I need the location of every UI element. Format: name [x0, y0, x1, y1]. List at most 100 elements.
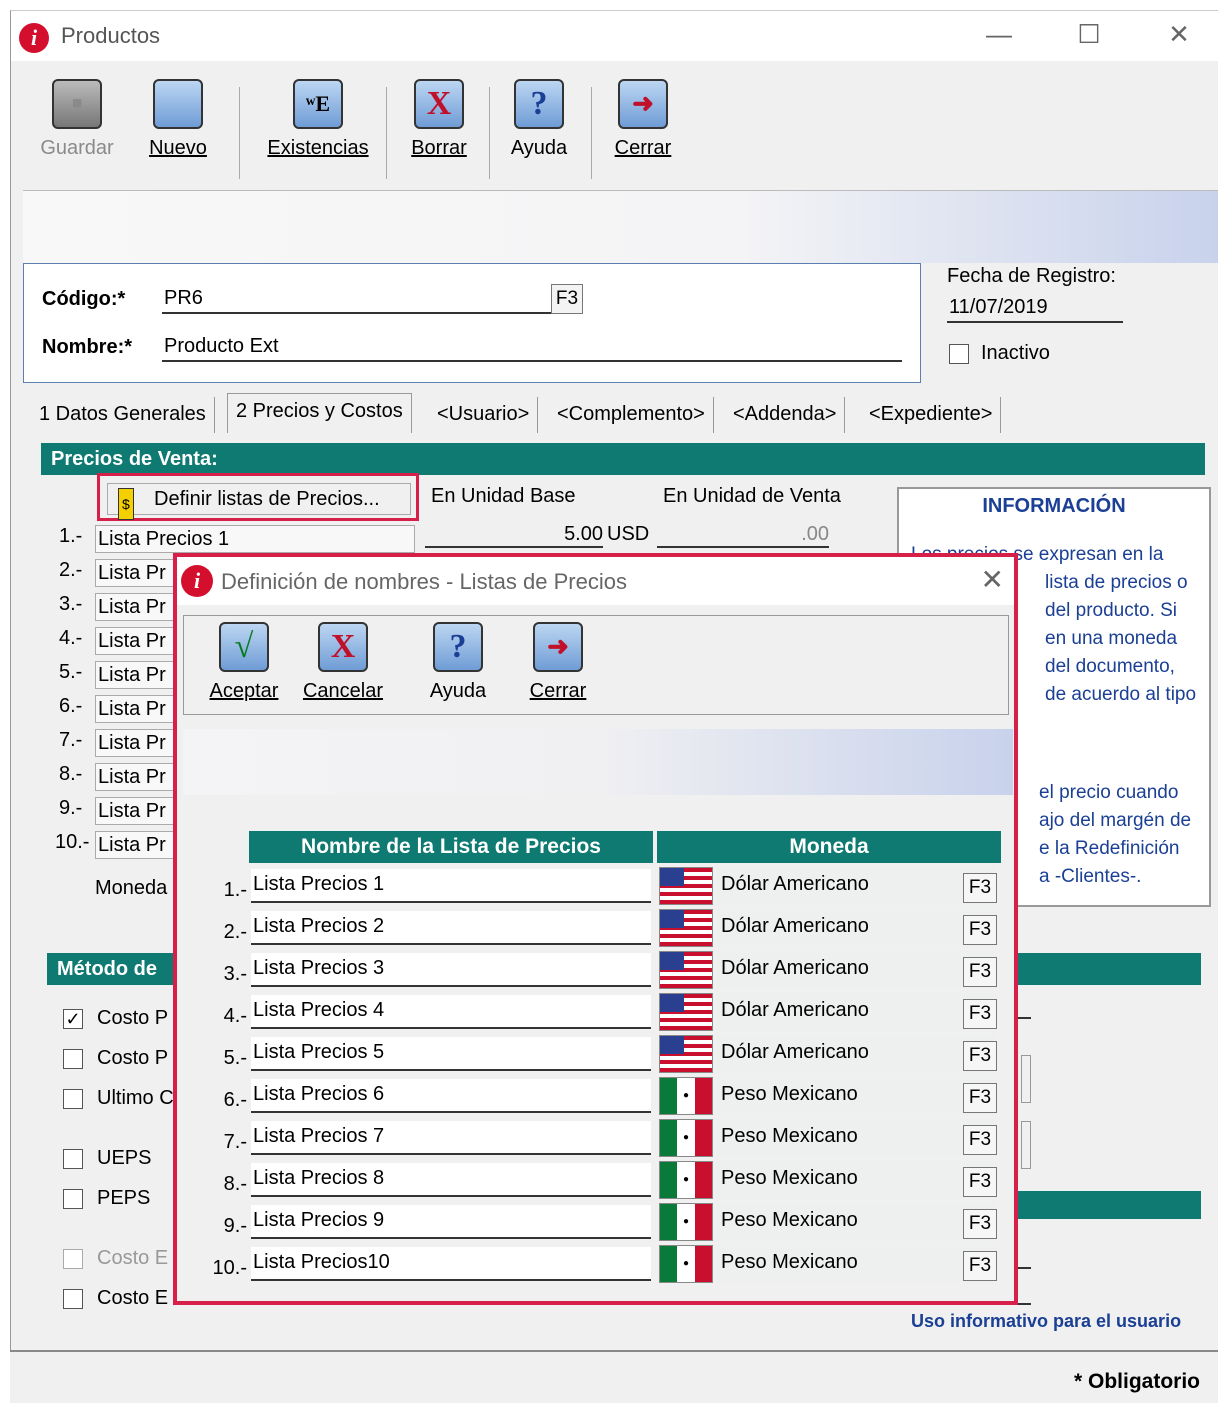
col-moneda-header: Moneda [657, 831, 1001, 863]
costo-p2-checkbox[interactable] [63, 1049, 83, 1069]
currency-f3-button[interactable]: F3 [963, 999, 997, 1029]
lista-precio-name[interactable]: Lista Pr [95, 593, 185, 621]
lista-precio-name[interactable]: Lista Pr [95, 627, 185, 655]
close-icon[interactable]: ✕ [1159, 19, 1199, 50]
info-text-6: de acuerdo al tipo [1045, 684, 1197, 705]
lista-precio-name[interactable]: Lista Pr [95, 559, 185, 587]
lista-precio-1-base[interactable]: 5.00 [425, 523, 603, 548]
definir-listas-button[interactable]: $ Definir listas de Precios... [107, 483, 411, 520]
price-list-row: 2.- Lista Precios 2 Dólar Americano F3 [177, 907, 1022, 949]
lista-precio-name[interactable]: Lista Pr [95, 729, 185, 757]
lista-precio-name[interactable]: Lista Pr [95, 695, 185, 723]
price-list-name-input[interactable]: Lista Precios 2 [251, 911, 651, 945]
row-number: 2.- [223, 921, 247, 943]
peps-checkbox[interactable] [63, 1189, 83, 1209]
info-text-8: ajo del margén de [1039, 810, 1192, 831]
currency-f3-button[interactable]: F3 [963, 1167, 997, 1197]
guardar-button[interactable]: ▪ Guardar [37, 79, 117, 160]
currency-flag: ● [659, 1119, 713, 1157]
price-list-name-input[interactable]: Lista Precios 4 [251, 995, 651, 1029]
costo-e2-checkbox[interactable] [63, 1289, 83, 1309]
currency-f3-button[interactable]: F3 [963, 1083, 997, 1113]
codigo-f3-button[interactable]: F3 [551, 284, 583, 314]
minimize-icon[interactable]: — [979, 19, 1019, 50]
price-list-row: 1.- Lista Precios 1 Dólar Americano F3 [177, 865, 1022, 907]
costo-p1-checkbox[interactable]: ✓ [63, 1009, 83, 1029]
currency-f3-button[interactable]: F3 [963, 1251, 997, 1281]
info-text-7: el precio cuando [1039, 782, 1179, 803]
costo-p2-label: Costo P [97, 1047, 169, 1069]
tab-datos-generales[interactable]: 1 Datos Generales [31, 397, 215, 433]
maximize-icon[interactable]: ☐ [1069, 19, 1109, 50]
us-flag-icon [660, 910, 712, 946]
us-flag-icon [660, 1036, 712, 1072]
save-icon: ▪ [52, 79, 102, 129]
col-unidad-base: En Unidad Base [431, 485, 576, 507]
currency-f3-button[interactable]: F3 [963, 873, 997, 903]
costo-e1-checkbox[interactable] [63, 1249, 83, 1269]
currency-flag [659, 909, 713, 947]
price-list-name-input[interactable]: Lista Precios10 [251, 1247, 651, 1281]
nombre-label: Nombre:* [42, 336, 133, 358]
borrar-button[interactable]: X Borrar [401, 79, 477, 160]
dialog-close-icon[interactable]: ✕ [981, 563, 1004, 596]
row-num: 7.- [59, 729, 83, 751]
lista-precio-name[interactable]: Lista Pr [95, 797, 185, 825]
cerrar-button[interactable]: ➜ Cerrar [605, 79, 681, 160]
partial-button[interactable] [1021, 1055, 1031, 1103]
row-num: 4.- [59, 627, 83, 649]
cancelar-button[interactable]: X Cancelar [298, 622, 388, 703]
dialog-banner [183, 729, 1013, 795]
codigo-input[interactable]: PR6 [162, 284, 552, 314]
ueps-checkbox[interactable] [63, 1149, 83, 1169]
price-list-name-input[interactable]: Lista Precios 7 [251, 1121, 651, 1155]
dialog-ayuda-button[interactable]: ? Ayuda [420, 622, 496, 703]
inactivo-checkbox[interactable] [949, 344, 969, 364]
price-list-name-input[interactable]: Lista Precios 9 [251, 1205, 651, 1239]
existencias-label: Existencias [267, 137, 369, 159]
nombre-input[interactable]: Producto Ext [162, 332, 902, 362]
currency-name: Dólar Americano [717, 909, 997, 947]
currency-f3-button[interactable]: F3 [963, 1041, 997, 1071]
currency-f3-button[interactable]: F3 [963, 1125, 997, 1155]
lista-precio-1-venta[interactable]: .00 [657, 523, 829, 548]
header-banner [23, 191, 1218, 263]
currency-f3-button[interactable]: F3 [963, 1209, 997, 1239]
currency-name: Peso Mexicano [717, 1203, 997, 1241]
lista-precio-name[interactable]: Lista Pr [95, 661, 185, 689]
ayuda-button[interactable]: ? Ayuda [501, 79, 577, 160]
tab-usuario[interactable]: <Usuario> [429, 397, 539, 433]
dialog-cerrar-button[interactable]: ➜ Cerrar [520, 622, 596, 703]
existencias-button[interactable]: ʷE Existencias [253, 79, 383, 160]
price-list-name-input[interactable]: Lista Precios 8 [251, 1163, 651, 1197]
tab-complemento[interactable]: <Complemento> [549, 397, 714, 433]
precios-venta-header: Precios de Venta: [41, 443, 1205, 475]
tab-precios-costos[interactable]: 2 Precios y Costos [227, 393, 412, 433]
price-list-name-input[interactable]: Lista Precios 3 [251, 953, 651, 987]
aceptar-button[interactable]: √ Aceptar [204, 622, 284, 703]
price-list-name-input[interactable]: Lista Precios 1 [251, 869, 651, 903]
price-list-name-input[interactable]: Lista Precios 5 [251, 1037, 651, 1071]
lista-precio-name[interactable]: Lista Pr [95, 831, 185, 859]
app-logo-icon: i [181, 565, 213, 597]
lista-precio-1-name[interactable]: Lista Precios 1 [95, 525, 415, 553]
partial-button[interactable] [1021, 1121, 1031, 1169]
check-icon: √ [219, 622, 269, 672]
price-list-name-input[interactable]: Lista Precios 6 [251, 1079, 651, 1113]
value-underline [1017, 1303, 1031, 1305]
nuevo-button[interactable]: Nuevo [143, 79, 213, 160]
price-list-row: 9.- Lista Precios 9 ● Peso Mexicano F3 [177, 1201, 1022, 1243]
currency-f3-button[interactable]: F3 [963, 957, 997, 987]
help-icon: ? [514, 79, 564, 129]
uso-informativo-note: Uso informativo para el usuario [911, 1311, 1182, 1331]
tab-addenda[interactable]: <Addenda> [725, 397, 846, 433]
moneda-label: Moneda [95, 877, 168, 899]
us-flag-icon [660, 868, 712, 904]
price-list-row: 6.- Lista Precios 6 ● Peso Mexicano F3 [177, 1075, 1022, 1117]
currency-f3-button[interactable]: F3 [963, 915, 997, 945]
tab-expediente[interactable]: <Expediente> [861, 397, 1002, 433]
row-num: 1.- [59, 525, 83, 547]
lista-precio-name[interactable]: Lista Pr [95, 763, 185, 791]
currency-name: Dólar Americano [717, 951, 997, 989]
ultimo-costo-checkbox[interactable] [63, 1089, 83, 1109]
